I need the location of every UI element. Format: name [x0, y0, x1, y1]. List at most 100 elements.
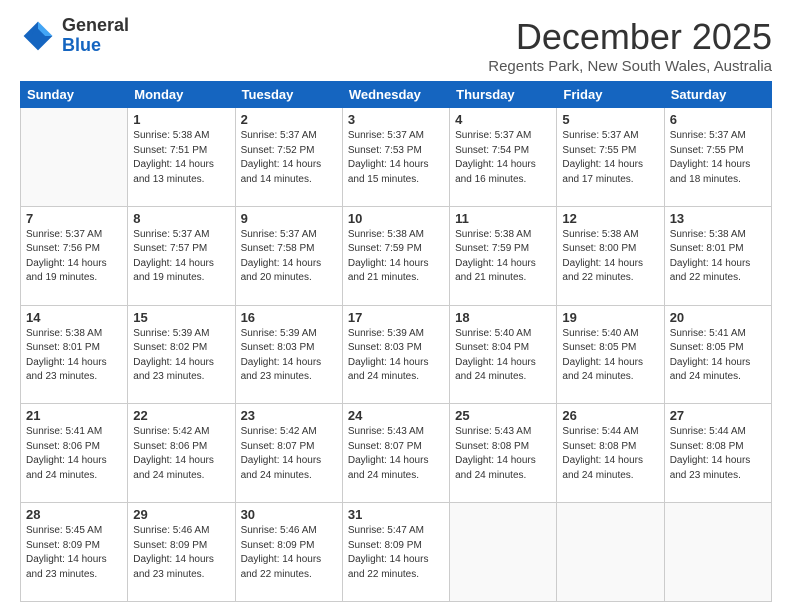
day-number: 13: [670, 211, 766, 226]
day-info: Sunrise: 5:37 AM Sunset: 7:55 PM Dayligh…: [670, 129, 766, 187]
day-info: Sunrise: 5:46 AM Sunset: 8:09 PM Dayligh…: [133, 524, 229, 582]
table-row: 3 Sunrise: 5:37 AM Sunset: 7:53 PM Daylig…: [342, 108, 449, 207]
table-row: 14 Sunrise: 5:38 AM Sunset: 8:01 PM Dayli…: [21, 305, 128, 404]
table-row: 25Sunrise: 5:43 AM Sunset: 8:08 PM Dayli…: [450, 404, 557, 503]
day-info: Sunrise: 5:43 AM Sunset: 8:08 PM Dayligh…: [455, 425, 551, 483]
col-tuesday: Tuesday: [235, 82, 342, 108]
day-info: Sunrise: 5:40 AM Sunset: 8:04 PM Dayligh…: [455, 327, 551, 385]
table-row: 11Sunrise: 5:38 AM Sunset: 7:59 PM Dayli…: [450, 206, 557, 305]
day-number: 10: [348, 211, 444, 226]
table-row: 26Sunrise: 5:44 AM Sunset: 8:08 PM Dayli…: [557, 404, 664, 503]
table-row: 10 Sunrise: 5:38 AM Sunset: 7:59 PM Dayli…: [342, 206, 449, 305]
day-number: 7: [26, 211, 122, 226]
col-thursday: Thursday: [450, 82, 557, 108]
day-number: 14: [26, 310, 122, 325]
table-row: 9 Sunrise: 5:37 AM Sunset: 7:58 PM Daylig…: [235, 206, 342, 305]
day-number: 3: [348, 112, 444, 127]
table-row: 29 Sunrise: 5:46 AM Sunset: 8:09 PM Dayli…: [128, 503, 235, 602]
day-info: Sunrise: 5:41 AM Sunset: 8:06 PM Dayligh…: [26, 425, 122, 483]
table-row: 30 Sunrise: 5:46 AM Sunset: 8:09 PM Dayli…: [235, 503, 342, 602]
title-block: December 2025 Regents Park, New South Wa…: [488, 16, 772, 75]
table-row: 27 Sunrise: 5:44 AM Sunset: 8:08 PM Dayli…: [664, 404, 771, 503]
table-row: 6 Sunrise: 5:37 AM Sunset: 7:55 PM Daylig…: [664, 108, 771, 207]
page: General Blue December 2025 Regents Park,…: [0, 0, 792, 612]
calendar-table: Sunday Monday Tuesday Wednesday Thursday…: [20, 81, 772, 602]
day-info: Sunrise: 5:39 AM Sunset: 8:03 PM Dayligh…: [241, 327, 337, 385]
day-info: Sunrise: 5:44 AM Sunset: 8:08 PM Dayligh…: [670, 425, 766, 483]
day-info: Sunrise: 5:43 AM Sunset: 8:07 PM Dayligh…: [348, 425, 444, 483]
table-row: 20 Sunrise: 5:41 AM Sunset: 8:05 PM Dayli…: [664, 305, 771, 404]
day-info: Sunrise: 5:46 AM Sunset: 8:09 PM Dayligh…: [241, 524, 337, 582]
day-number: 20: [670, 310, 766, 325]
day-info: Sunrise: 5:37 AM Sunset: 7:56 PM Dayligh…: [26, 228, 122, 286]
day-info: Sunrise: 5:37 AM Sunset: 7:58 PM Dayligh…: [241, 228, 337, 286]
location-subtitle: Regents Park, New South Wales, Australia: [488, 58, 772, 75]
table-row: 23 Sunrise: 5:42 AM Sunset: 8:07 PM Dayli…: [235, 404, 342, 503]
table-row: 28Sunrise: 5:45 AM Sunset: 8:09 PM Dayli…: [21, 503, 128, 602]
day-number: 29: [133, 507, 229, 522]
logo-icon: [20, 18, 56, 54]
day-info: Sunrise: 5:39 AM Sunset: 8:03 PM Dayligh…: [348, 327, 444, 385]
calendar-week-row: 28Sunrise: 5:45 AM Sunset: 8:09 PM Dayli…: [21, 503, 772, 602]
col-monday: Monday: [128, 82, 235, 108]
day-info: Sunrise: 5:42 AM Sunset: 8:06 PM Dayligh…: [133, 425, 229, 483]
calendar-week-row: 14 Sunrise: 5:38 AM Sunset: 8:01 PM Dayli…: [21, 305, 772, 404]
table-row: 4Sunrise: 5:37 AM Sunset: 7:54 PM Daylig…: [450, 108, 557, 207]
table-row: [664, 503, 771, 602]
logo-blue: Blue: [62, 35, 101, 55]
header: General Blue December 2025 Regents Park,…: [20, 16, 772, 75]
table-row: 5 Sunrise: 5:37 AM Sunset: 7:55 PM Daylig…: [557, 108, 664, 207]
col-wednesday: Wednesday: [342, 82, 449, 108]
day-info: Sunrise: 5:37 AM Sunset: 7:53 PM Dayligh…: [348, 129, 444, 187]
day-info: Sunrise: 5:37 AM Sunset: 7:54 PM Dayligh…: [455, 129, 551, 187]
table-row: 18Sunrise: 5:40 AM Sunset: 8:04 PM Dayli…: [450, 305, 557, 404]
col-saturday: Saturday: [664, 82, 771, 108]
logo: General Blue: [20, 16, 129, 56]
day-info: Sunrise: 5:41 AM Sunset: 8:05 PM Dayligh…: [670, 327, 766, 385]
table-row: 31Sunrise: 5:47 AM Sunset: 8:09 PM Dayli…: [342, 503, 449, 602]
day-number: 9: [241, 211, 337, 226]
day-number: 16: [241, 310, 337, 325]
day-number: 12: [562, 211, 658, 226]
month-title: December 2025: [488, 16, 772, 58]
table-row: 19 Sunrise: 5:40 AM Sunset: 8:05 PM Dayli…: [557, 305, 664, 404]
day-info: Sunrise: 5:38 AM Sunset: 7:51 PM Dayligh…: [133, 129, 229, 187]
day-number: 31: [348, 507, 444, 522]
day-info: Sunrise: 5:39 AM Sunset: 8:02 PM Dayligh…: [133, 327, 229, 385]
day-info: Sunrise: 5:38 AM Sunset: 8:01 PM Dayligh…: [670, 228, 766, 286]
day-info: Sunrise: 5:37 AM Sunset: 7:55 PM Dayligh…: [562, 129, 658, 187]
logo-text: General Blue: [62, 16, 129, 56]
day-number: 27: [670, 408, 766, 423]
table-row: [557, 503, 664, 602]
col-sunday: Sunday: [21, 82, 128, 108]
day-info: Sunrise: 5:42 AM Sunset: 8:07 PM Dayligh…: [241, 425, 337, 483]
day-number: 22: [133, 408, 229, 423]
calendar-header-row: Sunday Monday Tuesday Wednesday Thursday…: [21, 82, 772, 108]
day-number: 23: [241, 408, 337, 423]
day-number: 28: [26, 507, 122, 522]
day-number: 5: [562, 112, 658, 127]
day-number: 6: [670, 112, 766, 127]
day-number: 30: [241, 507, 337, 522]
day-info: Sunrise: 5:38 AM Sunset: 8:01 PM Dayligh…: [26, 327, 122, 385]
table-row: 17 Sunrise: 5:39 AM Sunset: 8:03 PM Dayli…: [342, 305, 449, 404]
day-info: Sunrise: 5:38 AM Sunset: 7:59 PM Dayligh…: [455, 228, 551, 286]
table-row: 2Sunrise: 5:37 AM Sunset: 7:52 PM Daylig…: [235, 108, 342, 207]
table-row: 24 Sunrise: 5:43 AM Sunset: 8:07 PM Dayli…: [342, 404, 449, 503]
day-number: 8: [133, 211, 229, 226]
table-row: 1 Sunrise: 5:38 AM Sunset: 7:51 PM Daylig…: [128, 108, 235, 207]
table-row: 21Sunrise: 5:41 AM Sunset: 8:06 PM Dayli…: [21, 404, 128, 503]
day-number: 2: [241, 112, 337, 127]
day-number: 17: [348, 310, 444, 325]
day-number: 24: [348, 408, 444, 423]
day-info: Sunrise: 5:38 AM Sunset: 7:59 PM Dayligh…: [348, 228, 444, 286]
table-row: 22 Sunrise: 5:42 AM Sunset: 8:06 PM Dayli…: [128, 404, 235, 503]
table-row: [450, 503, 557, 602]
day-info: Sunrise: 5:40 AM Sunset: 8:05 PM Dayligh…: [562, 327, 658, 385]
table-row: 7 Sunrise: 5:37 AM Sunset: 7:56 PM Daylig…: [21, 206, 128, 305]
table-row: 15 Sunrise: 5:39 AM Sunset: 8:02 PM Dayli…: [128, 305, 235, 404]
day-number: 15: [133, 310, 229, 325]
day-number: 1: [133, 112, 229, 127]
logo-general: General: [62, 15, 129, 35]
day-number: 19: [562, 310, 658, 325]
